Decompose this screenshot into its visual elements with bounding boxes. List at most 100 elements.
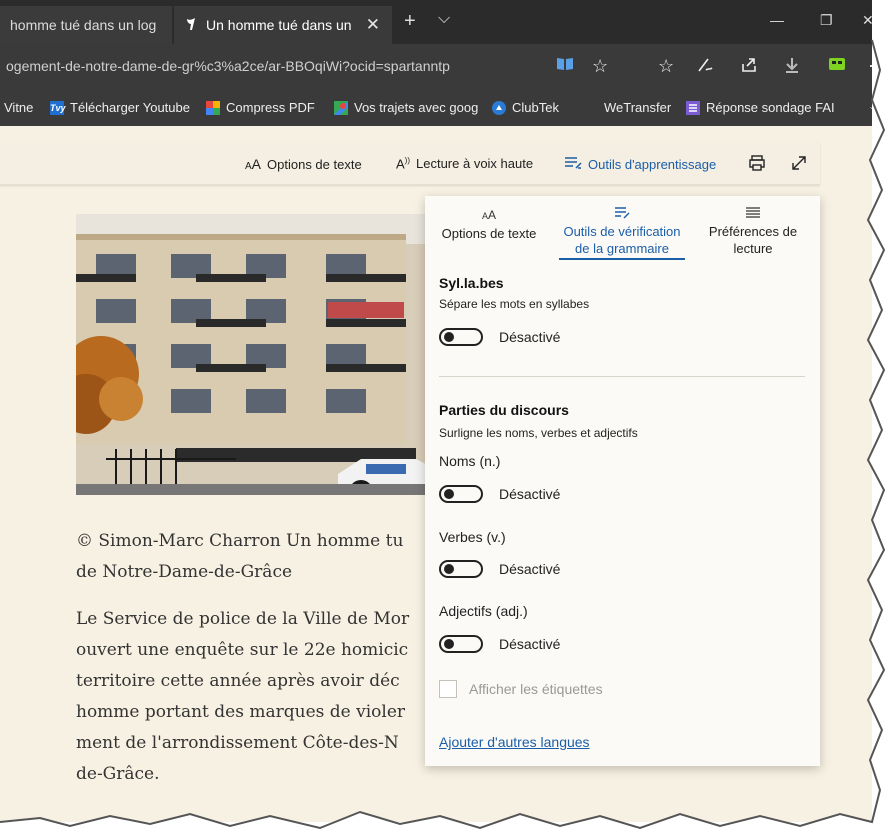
tab-inactive[interactable]: homme tué dans un log	[0, 6, 172, 44]
url-field[interactable]: ogement-de-notre-dame-de-gr%c3%a2ce/ar-B…	[6, 58, 450, 74]
bookmark-label: Télécharger Youtube	[70, 100, 190, 115]
share-icon[interactable]	[740, 56, 758, 79]
maps-icon	[334, 100, 348, 115]
address-bar: ogement-de-notre-dame-de-gr%c3%a2ce/ar-B…	[0, 44, 872, 90]
learning-tools-panel: AA Options de texte Outils de vérificati…	[425, 196, 820, 766]
nouns-state: Désactivé	[499, 486, 561, 502]
tab-label-line2: de la grammaire	[575, 241, 669, 256]
adjectives-toggle[interactable]	[439, 635, 483, 653]
tvy-icon: Tvy	[50, 100, 66, 115]
restore-icon[interactable]: ❐	[820, 12, 833, 29]
text-size-icon: AA	[481, 208, 497, 222]
text-options-button[interactable]: AA Options de texte	[245, 156, 362, 172]
browser-window: homme tué dans un log Un homme tué dans …	[0, 0, 872, 822]
print-icon[interactable]	[748, 154, 766, 172]
bookmark-label: Vos trajets avec goog	[354, 100, 479, 115]
bookmark-item[interactable]: Compress PDF	[206, 100, 315, 115]
verbs-state: Désactivé	[499, 561, 561, 577]
show-labels-checkbox[interactable]	[439, 680, 457, 698]
reading-view-icon[interactable]	[556, 56, 574, 77]
read-aloud-button[interactable]: A)) Lecture à voix haute	[396, 156, 533, 171]
tab-title: homme tué dans un log	[10, 17, 157, 33]
grammar-tools-icon	[555, 206, 689, 223]
read-aloud-icon: A))	[396, 156, 410, 172]
pen-notes-icon[interactable]	[696, 56, 714, 79]
paragraph-line: de-Grâce.	[76, 764, 160, 784]
tab-label: Options de texte	[441, 226, 537, 241]
caption-line: de Notre-Dame-de-Grâce	[76, 562, 293, 582]
add-languages-link[interactable]: Ajouter d'autres langues	[439, 734, 590, 750]
tab-preview-chevron-icon[interactable]: ⌵	[438, 10, 450, 28]
favorites-overflow-chevron-icon[interactable]: ⌵	[870, 100, 872, 116]
compress-pdf-icon	[206, 100, 220, 115]
close-window-icon[interactable]: ✕	[862, 12, 872, 29]
nouns-toggle[interactable]	[439, 485, 483, 503]
parts-of-speech-description: Surligne les noms, verbes et adjectifs	[439, 426, 638, 440]
toggle-knob	[444, 639, 454, 649]
paragraph-line: ment de l'arrondissement Côte-des-N	[76, 733, 399, 753]
tab-reading-preferences[interactable]: Préférences de lecture	[701, 206, 805, 257]
full-screen-icon[interactable]	[790, 154, 808, 172]
learning-tools-button[interactable]: Outils d'apprentissage	[564, 156, 716, 173]
nouns-label: Noms (n.)	[439, 453, 501, 469]
syllables-description: Sépare les mots en syllabes	[439, 297, 590, 311]
article-paragraph: Le Service de police de la Ville de Mor …	[76, 604, 456, 790]
read-aloud-label: Lecture à voix haute	[416, 156, 534, 172]
extension-icon[interactable]	[828, 56, 846, 77]
verbs-toggle[interactable]	[439, 560, 483, 578]
learning-tools-label: Outils d'apprentissage	[588, 157, 717, 172]
tab-label-line2: lecture	[733, 241, 773, 256]
bookmark-item[interactable]: Tvy Télécharger Youtube	[50, 100, 190, 115]
section-divider	[439, 376, 805, 377]
toggle-knob	[444, 564, 454, 574]
tab-bar: homme tué dans un log Un homme tué dans …	[0, 0, 872, 44]
bookmark-item[interactable]: Réponse sondage FAI	[686, 100, 835, 115]
caption-line: © Simon-Marc Charron Un homme tu	[76, 531, 404, 551]
article-photo	[76, 214, 448, 495]
close-tab-icon[interactable]: ✕	[366, 15, 380, 35]
show-labels-label: Afficher les étiquettes	[469, 681, 603, 697]
parts-of-speech-title: Parties du discours	[439, 402, 569, 418]
clubtek-icon	[492, 100, 506, 115]
favorites-hub-icon[interactable]: ☆	[658, 56, 674, 77]
paragraph-line: homme portant des marques de violer	[76, 702, 406, 722]
favorite-star-icon[interactable]: ☆	[592, 56, 608, 77]
paragraph-line: territoire cette année après avoir déc	[76, 671, 400, 691]
tab-title: Un homme tué dans un	[206, 17, 352, 33]
photo-caption: © Simon-Marc Charron Un homme tu de Notr…	[76, 526, 456, 588]
tab-text-options[interactable]: AA Options de texte	[439, 206, 539, 242]
syllables-title: Syl.la.bes	[439, 275, 504, 291]
bookmark-item[interactable]: Vitne	[4, 100, 33, 115]
text-options-label: Options de texte	[267, 156, 362, 172]
bookmark-label: Réponse sondage FAI	[706, 100, 835, 115]
bookmark-item[interactable]: ClubTek	[492, 100, 559, 115]
active-tab-indicator	[559, 258, 685, 260]
tab-grammar-tools[interactable]: Outils de vérification de la grammaire	[555, 206, 689, 257]
toggle-knob	[444, 489, 454, 499]
download-icon[interactable]	[784, 56, 800, 79]
bookmark-item[interactable]: Vos trajets avec goog	[334, 100, 478, 115]
bookmark-label: WeTransfer	[604, 100, 672, 115]
more-options-icon[interactable]: ⋯	[868, 56, 872, 77]
adjectives-label: Adjectifs (adj.)	[439, 603, 528, 619]
bookmark-label: Vitne	[4, 100, 34, 115]
new-tab-button[interactable]: +	[404, 10, 416, 33]
minimize-icon[interactable]: —	[770, 12, 784, 28]
syllables-toggle[interactable]	[439, 328, 483, 346]
learning-tools-icon	[564, 156, 582, 173]
page-favicon-icon	[184, 17, 198, 34]
adjectives-state: Désactivé	[499, 636, 561, 652]
bookmark-label: Compress PDF	[226, 100, 315, 115]
tab-active[interactable]: Un homme tué dans un ✕	[174, 6, 392, 44]
reading-preferences-icon	[701, 206, 805, 223]
syllables-state: Désactivé	[499, 329, 561, 345]
toggle-knob	[444, 332, 454, 342]
paragraph-line: Le Service de police de la Ville de Mor	[76, 609, 410, 629]
paragraph-line: ouvert une enquête sur le 22e homicic	[76, 640, 409, 660]
text-size-icon: AA	[245, 156, 262, 172]
tab-label-line1: Outils de vérification	[563, 224, 681, 239]
verbs-label: Verbes (v.)	[439, 529, 506, 545]
tab-label-line1: Préférences de	[708, 224, 798, 239]
bookmark-item[interactable]: WeTransfer	[604, 100, 671, 115]
reading-view-toolbar: AA Options de texte A)) Lecture à voix h…	[0, 126, 820, 185]
